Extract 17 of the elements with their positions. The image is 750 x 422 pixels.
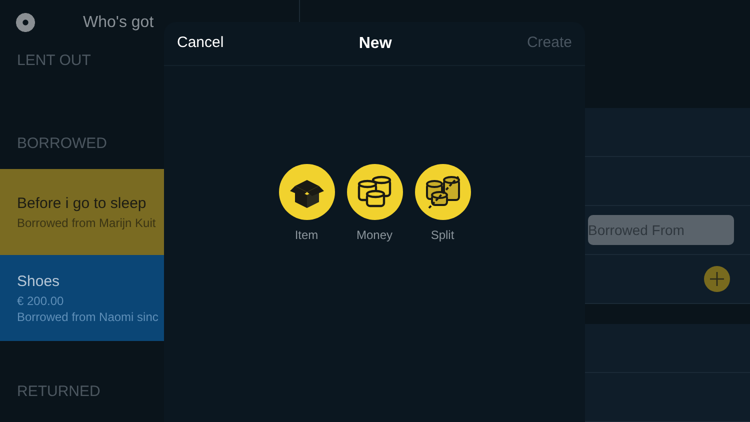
split-coins-icon xyxy=(414,164,470,220)
row-title: Shoes xyxy=(17,272,60,292)
modal-title: New xyxy=(358,34,392,54)
row-detail: Borrowed from Naomi sinc xyxy=(17,309,158,326)
row-detail: € 200.00 xyxy=(17,293,64,310)
option-button[interactable]: Money xyxy=(344,164,404,244)
section-header: RETURNED xyxy=(16,382,102,402)
row-title: Before i go to sleep xyxy=(17,194,146,214)
coins-icon xyxy=(346,164,402,220)
section-header: BORROWED xyxy=(16,134,108,154)
box-icon xyxy=(278,164,334,220)
section-header: LENT OUT xyxy=(16,51,92,71)
cancel-button[interactable]: Cancel xyxy=(177,32,224,55)
app-title: Who's got xyxy=(83,12,154,32)
add-icon[interactable] xyxy=(704,266,730,292)
row-detail: Borrowed from Marijn Kuit xyxy=(17,215,156,232)
option-button[interactable]: Split xyxy=(412,164,472,244)
